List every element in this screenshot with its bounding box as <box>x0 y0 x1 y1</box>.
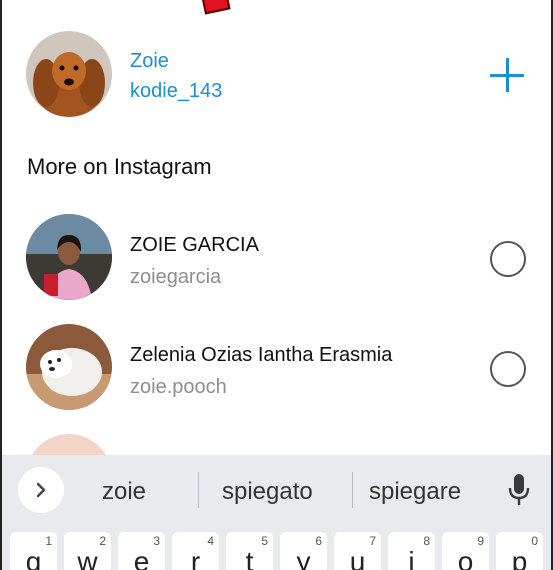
expand-suggestions-button[interactable] <box>18 467 64 513</box>
keyboard-row-top: 1q 2w 3e 4r 5t 6y 7u 8i 9o 0p <box>2 532 551 570</box>
key-r[interactable]: 4r <box>172 532 219 570</box>
radio-unselected-icon[interactable] <box>490 241 526 277</box>
keyboard-suggestion[interactable]: zoie <box>102 477 146 507</box>
microphone-icon[interactable] <box>507 473 531 507</box>
chevron-right-icon <box>36 482 46 498</box>
key-letter: t <box>245 546 254 570</box>
account-username: kodie_143 <box>130 80 223 102</box>
keyboard-suggestion[interactable]: spiegare <box>369 477 461 507</box>
key-letter: o <box>457 546 474 570</box>
key-letter: r <box>190 546 201 570</box>
avatar <box>26 214 112 300</box>
account-avatar <box>26 31 112 117</box>
key-letter: w <box>77 546 98 570</box>
section-title: More on Instagram <box>27 154 212 179</box>
key-letter: y <box>296 546 311 570</box>
key-y[interactable]: 6y <box>280 532 327 570</box>
keyboard-suggestion-bar: zoie spiegato spiegare <box>2 455 551 527</box>
key-e[interactable]: 3e <box>118 532 165 570</box>
key-u[interactable]: 7u <box>334 532 381 570</box>
key-letter: q <box>25 546 42 570</box>
user-full-name: Zelenia Ozias Iantha Erasmia <box>130 344 393 366</box>
key-w[interactable]: 2w <box>64 532 111 570</box>
account-display-name: Zoie <box>130 50 169 72</box>
suggestion-divider <box>198 472 199 508</box>
key-letter: e <box>133 546 150 570</box>
red-sticker-decoration <box>201 0 231 15</box>
key-t[interactable]: 5t <box>226 532 273 570</box>
radio-unselected-icon[interactable] <box>490 351 526 387</box>
key-o[interactable]: 9o <box>442 532 489 570</box>
key-letter: i <box>408 546 415 570</box>
key-p[interactable]: 0p <box>496 532 543 570</box>
key-letter: p <box>511 546 528 570</box>
user-username: zoiegarcia <box>130 266 222 288</box>
key-i[interactable]: 8i <box>388 532 435 570</box>
avatar <box>26 324 112 410</box>
soft-keyboard: zoie spiegato spiegare 1q 2w 3e 4r 5t 6y… <box>2 455 551 570</box>
key-letter: u <box>349 546 366 570</box>
user-username: zoie.pooch <box>130 376 227 398</box>
suggestion-divider <box>352 472 353 508</box>
key-q[interactable]: 1q <box>10 532 57 570</box>
keyboard-suggestion[interactable]: spiegato <box>222 477 313 507</box>
user-full-name: ZOIE GARCIA <box>130 234 259 256</box>
add-account-icon[interactable] <box>488 56 528 96</box>
